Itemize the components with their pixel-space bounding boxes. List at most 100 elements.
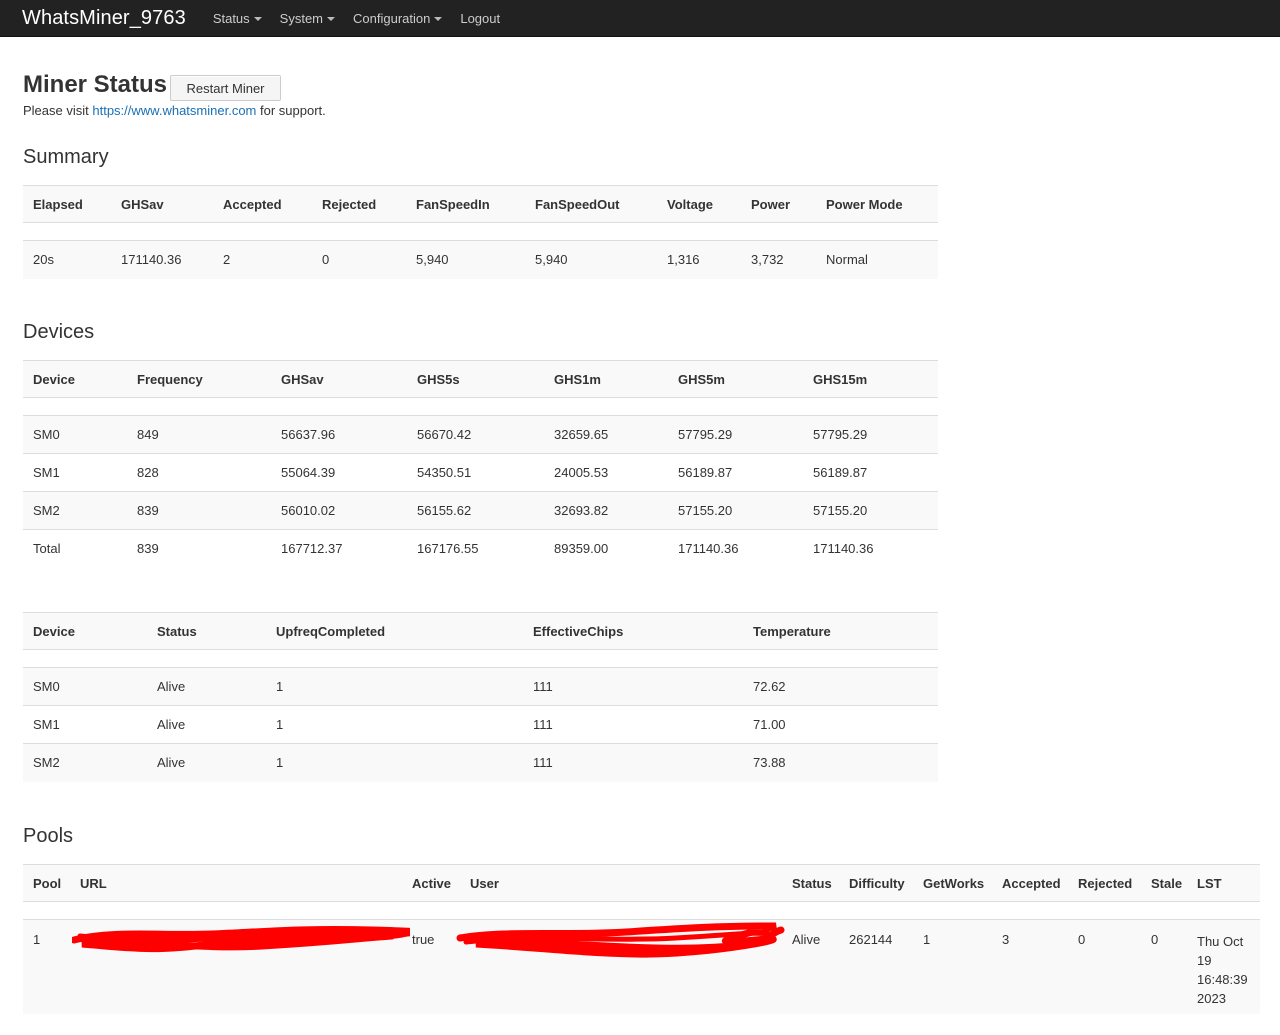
table-cell: 171140.36 xyxy=(678,541,739,557)
table-cell: 1 xyxy=(266,743,523,782)
top-navbar: WhatsMiner_9763 Status System Configurat… xyxy=(0,0,1280,37)
nav-system-menu[interactable]: System xyxy=(279,10,336,26)
table-cell: 20s xyxy=(23,240,111,279)
table-cell: SM1 xyxy=(23,453,127,492)
column-header[interactable]: Power Mode xyxy=(816,185,938,223)
table-row: SM2 839 56010.02 56155.62 32693.82 57155… xyxy=(23,491,938,530)
table-cell: 0 xyxy=(1141,919,1187,1014)
table-cell: 56189.87 xyxy=(668,453,803,492)
table-cell: 56189.87 xyxy=(803,453,938,492)
column-header[interactable]: Accepted xyxy=(992,864,1068,902)
table-cell: 3 xyxy=(992,919,1068,1014)
column-header[interactable]: Stale xyxy=(1141,864,1187,902)
column-header[interactable]: URL xyxy=(70,864,402,902)
table-row: SM2 Alive 1 111 73.88 xyxy=(23,743,938,782)
column-header[interactable]: GetWorks xyxy=(913,864,992,902)
column-header[interactable]: Device xyxy=(23,360,127,398)
device-status-header-row: Device Status UpfreqCompleted EffectiveC… xyxy=(23,612,938,650)
column-header[interactable]: Device xyxy=(23,612,147,650)
column-header[interactable]: Pool xyxy=(23,864,70,902)
lst-cell: Thu Oct 19 16:48:39 2023 xyxy=(1187,919,1260,1014)
table-cell: 3,732 xyxy=(741,240,816,279)
table-cell: 0 xyxy=(1068,919,1141,1014)
devices-table: Device Frequency GHSav GHS5s GHS1m GHS5m… xyxy=(23,360,938,568)
table-cell: 54350.51 xyxy=(407,453,544,492)
column-header[interactable]: GHS1m xyxy=(544,360,668,398)
column-header[interactable]: Rejected xyxy=(1068,864,1141,902)
table-cell: Alive xyxy=(782,919,839,1014)
column-header[interactable]: FanSpeedIn xyxy=(406,185,525,223)
table-cell: 56010.02 xyxy=(271,491,407,530)
support-line: Please visit https://www.whatsminer.com … xyxy=(23,103,326,118)
brand-title[interactable]: WhatsMiner_9763 xyxy=(22,7,186,30)
table-cell: 111 xyxy=(523,705,743,744)
table-cell: 1 xyxy=(23,919,70,1014)
device-status-table: Device Status UpfreqCompleted EffectiveC… xyxy=(23,612,938,782)
column-header[interactable]: Status xyxy=(782,864,839,902)
table-cell: 171140.36 xyxy=(111,240,213,279)
table-cell: SM2 xyxy=(23,491,127,530)
column-header[interactable]: Difficulty xyxy=(839,864,913,902)
column-header[interactable]: Status xyxy=(147,612,266,650)
pools-header-row: Pool URL Active User Status Difficulty G… xyxy=(23,864,1260,902)
column-header[interactable]: GHS15m xyxy=(803,360,938,398)
table-cell: 171140.36 xyxy=(813,541,874,557)
table-cell: 57795.29 xyxy=(668,415,803,454)
table-cell: 111 xyxy=(523,667,743,706)
summary-table: Elapsed GHSav Accepted Rejected FanSpeed… xyxy=(23,185,938,279)
column-header[interactable]: Power xyxy=(741,185,816,223)
table-cell: 57795.29 xyxy=(803,415,938,454)
redaction-scribble xyxy=(72,925,410,953)
table-cell: 828 xyxy=(127,453,271,492)
restart-miner-button[interactable]: Restart Miner xyxy=(170,75,281,101)
nav-logout-link[interactable]: Logout xyxy=(460,11,500,26)
lst-line: 2023 xyxy=(1197,991,1226,1006)
table-cell: Total xyxy=(33,541,61,557)
table-cell: 72.62 xyxy=(743,667,938,706)
table-cell: 32659.65 xyxy=(544,415,668,454)
column-header[interactable]: Rejected xyxy=(312,185,406,223)
column-header[interactable]: LST xyxy=(1187,864,1260,902)
table-cell: 839 xyxy=(127,491,271,530)
table-cell: 1 xyxy=(266,667,523,706)
nav-status-menu[interactable]: Status xyxy=(213,11,262,26)
nav-configuration-menu[interactable]: Configuration xyxy=(353,10,443,26)
table-cell: 32693.82 xyxy=(544,491,668,530)
column-header[interactable]: EffectiveChips xyxy=(523,612,743,650)
column-header[interactable]: Temperature xyxy=(743,612,938,650)
column-header[interactable]: GHSav xyxy=(111,185,213,223)
table-cell: 849 xyxy=(127,415,271,454)
summary-heading: Summary xyxy=(23,146,109,168)
page-title: Miner Status xyxy=(23,71,168,98)
redaction-scribble xyxy=(456,922,785,958)
lst-line: 16:48:39 xyxy=(1197,972,1248,987)
table-cell: SM2 xyxy=(23,743,147,782)
table-cell: 0 xyxy=(312,240,406,279)
nav-system-label: System xyxy=(279,10,324,26)
column-header[interactable]: Active xyxy=(402,864,460,902)
caret-down-icon xyxy=(434,16,443,21)
table-cell: 167712.37 xyxy=(281,541,343,557)
table-cell: Alive xyxy=(147,667,266,706)
column-header[interactable]: GHS5m xyxy=(668,360,803,398)
column-header[interactable]: User xyxy=(460,864,782,902)
nav-status-label: Status xyxy=(212,10,250,26)
table-cell: 167176.55 xyxy=(417,541,479,557)
column-header[interactable]: FanSpeedOut xyxy=(525,185,657,223)
table-row: SM1 Alive 1 111 71.00 xyxy=(23,705,938,744)
table-cell: 2 xyxy=(213,240,312,279)
table-cell: 5,940 xyxy=(406,240,525,279)
column-header[interactable]: GHS5s xyxy=(407,360,544,398)
column-header[interactable]: Accepted xyxy=(213,185,312,223)
column-header[interactable]: Frequency xyxy=(127,360,271,398)
table-cell: 5,940 xyxy=(525,240,657,279)
column-header[interactable]: Voltage xyxy=(657,185,741,223)
column-header[interactable]: UpfreqCompleted xyxy=(266,612,523,650)
column-header[interactable]: GHSav xyxy=(271,360,407,398)
summary-header-row: Elapsed GHSav Accepted Rejected FanSpeed… xyxy=(23,185,938,223)
support-link[interactable]: https://www.whatsminer.com xyxy=(92,103,256,118)
nav-configuration-label: Configuration xyxy=(353,10,431,26)
table-cell: 57155.20 xyxy=(803,491,938,530)
table-cell: 71.00 xyxy=(743,705,938,744)
column-header[interactable]: Elapsed xyxy=(23,185,111,223)
